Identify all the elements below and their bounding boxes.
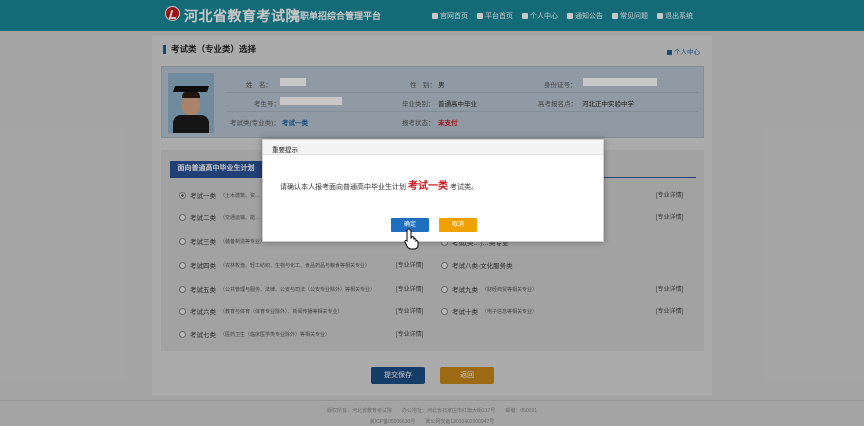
- dialog-title: 重要提示: [272, 147, 298, 154]
- confirm-dialog: 重要提示 请确认本人报考面向普通高中毕业生计划 考试一类 考试类。 确定 取消: [262, 139, 604, 242]
- confirm-cancel-button[interactable]: 取消: [439, 218, 477, 232]
- hand-cursor-icon: [404, 228, 419, 250]
- dialog-message-suffix: 考试类。: [450, 184, 478, 191]
- dialog-header: 重要提示: [263, 140, 603, 155]
- dialog-message-prefix: 请确认本人报考面向普通高中毕业生计划: [280, 184, 406, 191]
- dialog-message-highlight: 考试一类: [408, 181, 448, 192]
- dialog-message: 请确认本人报考面向普通高中毕业生计划 考试一类 考试类。: [280, 177, 478, 192]
